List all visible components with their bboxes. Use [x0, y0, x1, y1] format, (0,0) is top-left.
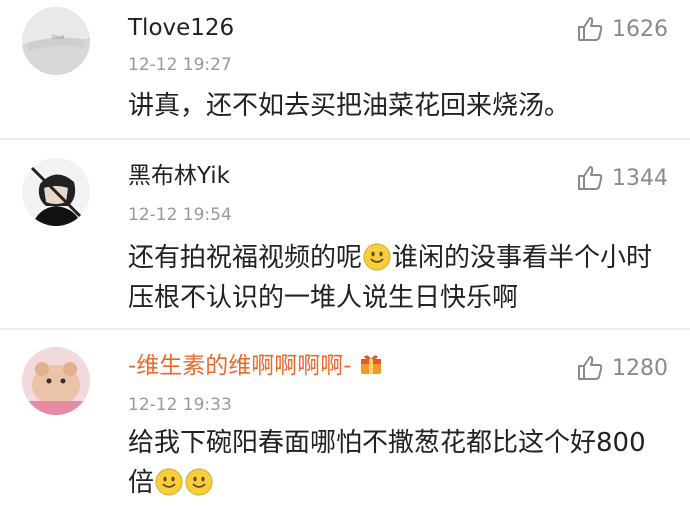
avatar[interactable] — [22, 347, 90, 415]
avatar[interactable] — [22, 158, 90, 226]
username-text: -维生素的维啊啊啊啊- — [128, 353, 352, 379]
comment-text: 还有拍祝福视频的呢 谁闲的没事看半个小时压根不认识的一堆人说生日快乐啊 — [128, 238, 668, 318]
thumbs-up-icon — [578, 17, 603, 41]
like-count: 1280 — [612, 355, 668, 381]
like-button[interactable]: 1626 — [576, 15, 668, 43]
thumbs-up-icon — [578, 166, 603, 190]
avatar[interactable]: love — [22, 7, 90, 75]
timestamp: 12-12 19:27 — [128, 55, 232, 75]
timestamp: 12-12 19:33 — [128, 395, 232, 415]
vip-badge-icon — [360, 355, 381, 374]
comment-text-part: 还有拍祝福视频的呢 — [128, 243, 363, 273]
like-button[interactable]: 1280 — [576, 354, 668, 382]
like-count: 1344 — [612, 165, 668, 191]
smile-emoji-icon — [185, 468, 213, 496]
comment-item: -维生素的维啊啊啊啊- 12-12 19:33 1280 给我下碗阳春面哪怕不撒… — [0, 330, 690, 521]
comment-item: love Tlove126 12-12 19:27 1626 讲真，还不如去买把… — [0, 0, 690, 138]
like-count: 1626 — [612, 16, 668, 42]
username[interactable]: -维生素的维啊啊啊啊- — [128, 351, 384, 381]
svg-text:love: love — [52, 34, 65, 41]
username[interactable]: Tlove126 — [128, 13, 234, 43]
like-button[interactable]: 1344 — [576, 164, 668, 192]
username[interactable]: 黑布林Yik — [128, 161, 230, 191]
smile-emoji-icon — [363, 243, 391, 271]
smile-emoji-icon — [155, 468, 183, 496]
thumbs-up-icon — [578, 356, 603, 380]
comment-item: 黑布林Yik 12-12 19:54 1344 还有拍祝福视频的呢 谁闲的没事看半… — [0, 140, 690, 328]
comment-text: 讲真，还不如去买把油菜花回来烧汤。 — [128, 91, 571, 121]
comment-text: 给我下碗阳春面哪怕不撒葱花都比这个好800倍 — [128, 423, 668, 503]
comment-feed: love Tlove126 12-12 19:27 1626 讲真，还不如去买把… — [0, 0, 690, 521]
timestamp: 12-12 19:54 — [128, 205, 232, 225]
